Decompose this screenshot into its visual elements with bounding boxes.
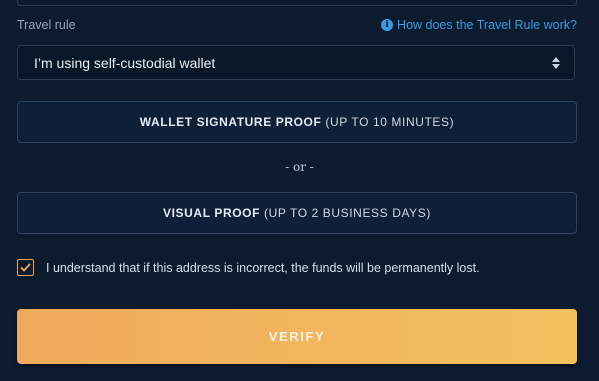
visual-proof-button[interactable]: VISUAL PROOF (UP TO 2 BUSINESS DAYS) xyxy=(17,192,577,234)
acknowledge-checkbox[interactable] xyxy=(17,259,34,276)
select-arrows-icon xyxy=(552,56,560,69)
info-icon: i xyxy=(381,19,394,31)
wallet-signature-proof-button[interactable]: WALLET SIGNATURE PROOF (UP TO 10 MINUTES… xyxy=(17,101,577,143)
help-link-text: How does the Travel Rule work? xyxy=(397,18,577,32)
previous-field-edge xyxy=(17,0,577,6)
travel-rule-label: Travel rule xyxy=(17,18,76,32)
wallet-proof-duration: (UP TO 10 MINUTES) xyxy=(325,115,455,129)
or-divider: - or - xyxy=(285,160,314,174)
visual-proof-duration: (UP TO 2 BUSINESS DAYS) xyxy=(264,206,431,220)
acknowledge-text: I understand that if this address is inc… xyxy=(46,260,480,275)
select-value: I’m using self-custodial wallet xyxy=(34,54,216,71)
travel-rule-select[interactable]: I’m using self-custodial wallet xyxy=(17,45,575,80)
acknowledge-row: I understand that if this address is inc… xyxy=(17,259,480,276)
checkmark-icon xyxy=(20,263,31,272)
verify-button[interactable]: VERIFY xyxy=(17,309,577,364)
travel-rule-help-link[interactable]: i How does the Travel Rule work? xyxy=(381,18,577,32)
visual-proof-title: VISUAL PROOF xyxy=(163,206,261,220)
wallet-proof-title: WALLET SIGNATURE PROOF xyxy=(139,115,322,129)
